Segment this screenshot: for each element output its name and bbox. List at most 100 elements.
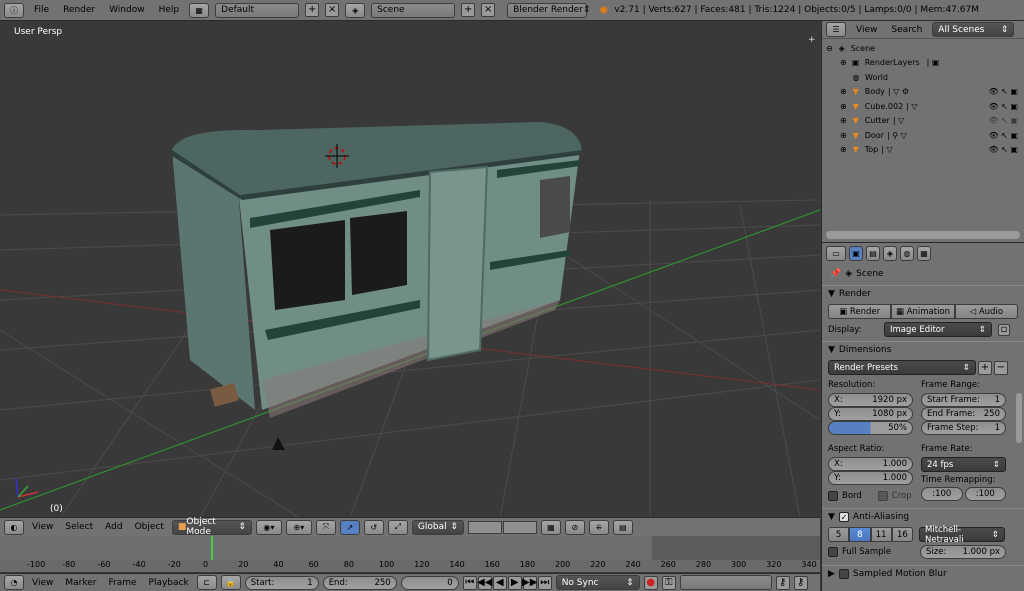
expand-icon[interactable]: ⊕ [840,145,847,154]
outliner-scrollbar[interactable] [826,231,1020,239]
lock-interface-icon[interactable]: ▫ [998,323,1010,336]
properties-scrollbar[interactable] [1016,393,1022,443]
display-dropdown[interactable]: Image Editor ⇕ [884,322,992,337]
aa-sample-5[interactable]: 5 [828,527,850,542]
pivot-icon[interactable]: ⊕▾ [285,519,312,535]
collapse-icon[interactable]: ⊖ [826,44,833,53]
scene-remove-button[interactable]: × [481,3,496,17]
current-frame-field[interactable]: 0 [400,575,459,590]
insert-keyframe-icon[interactable]: ⚷ [775,575,790,590]
start-frame-field[interactable]: Start: 1 [244,575,319,590]
menu-window[interactable]: Window [105,5,149,15]
timeline-area[interactable]: -100 -80 -60 -40 -20 0 20 40 60 80 100 120 140 160 180… [0,536,820,572]
aa-sample-11[interactable]: 11 [870,527,892,542]
render-button[interactable]: ▣ Render [828,304,892,319]
play-reverse-icon[interactable]: ◀ [492,575,507,590]
playhead[interactable] [211,536,213,560]
menu-select[interactable]: Select [61,522,97,532]
3d-view-editor-type-icon[interactable]: ◐ [4,519,24,535]
aa-sample-8[interactable]: 8 [849,527,871,542]
resolution-percentage-slider[interactable]: 50% [828,421,913,435]
render-preview-icon[interactable]: ▤ [612,519,633,535]
sampled-motion-blur-panel-header[interactable]: ▶ Sampled Motion Blur [822,565,1024,582]
dimensions-panel-header[interactable]: ▼ Dimensions [822,341,1024,358]
display-mode-dropdown[interactable]: All Scenes ⇕ [932,22,1015,37]
rotate-manipulator-icon[interactable]: ↺ [363,519,384,535]
scene-field[interactable]: Scene [371,2,456,18]
world-tab-icon[interactable]: ◍ [900,245,914,261]
frame-step-field[interactable]: Frame Step: 1 [921,421,1006,435]
manipulator-toggle-icon[interactable]: ⤧ [315,519,336,535]
keying-set-field[interactable] [679,575,772,590]
full-sample-checkbox[interactable] [828,547,838,557]
expand-icon[interactable]: ⊕ [840,102,847,111]
render-engine-dropdown[interactable]: Blender Render ⇕ [507,2,590,18]
outliner-row-top[interactable]: ⊕ ▼ Top | ▽ 👁 ↖ ▣ [822,143,1024,158]
record-icon[interactable]: ● [643,575,658,590]
timeline-menu-frame[interactable]: Frame [104,578,140,588]
layout-field[interactable]: Default [215,2,300,18]
outliner-row-renderlayers[interactable]: ⊕ ▣ RenderLayers | ▣ [822,56,1024,71]
add-preset-button[interactable]: + [978,360,992,375]
aspect-x-field[interactable]: X: 1.000 [828,457,913,471]
outliner[interactable]: ☰ View Search All Scenes ⇕ ⊖ ◈ Scene ⊕ ▣ Rend… [821,21,1024,242]
audio-button[interactable]: ◁ Audio [954,304,1018,319]
visibility-icons[interactable]: 👁 ↖ ▣ [988,87,1018,96]
preview-range-icon[interactable]: ⊏ [196,575,217,590]
motion-blur-checkbox[interactable] [838,569,849,579]
properties-editor[interactable]: ▭ ▣ ▤ ◈ ◍ ▦ 📌 ◈ Scene ▼ Render ▣ Render ▦ A… [821,242,1024,591]
filter-size-field[interactable]: Size: 1.000 px [920,545,1006,559]
expand-icon[interactable]: ⊕ [840,131,847,140]
visibility-icons[interactable]: 👁 ↖ ▣ [988,145,1018,154]
timeline-editor-type-icon[interactable]: ◔ [4,575,24,590]
end-frame-field[interactable]: End: 250 [322,575,397,590]
frame-rate-dropdown[interactable]: 24 fps ⇕ [921,457,1006,472]
pin-icon[interactable]: 📌 [830,269,841,279]
border-checkbox[interactable] [828,491,838,501]
jump-end-icon[interactable]: ⏭ [537,575,552,590]
layers-group-2[interactable] [502,520,537,534]
lock-layers-icon[interactable]: ▦ [540,519,561,535]
layer-buttons[interactable] [467,520,537,534]
outliner-row-cube002[interactable]: ⊕ ▼ Cube.002 | ▽ 👁 ↖ ▣ [822,99,1024,114]
expand-icon[interactable]: ⊕ [840,87,847,96]
mode-dropdown[interactable]: ■ Object Mode ⇕ [171,517,252,537]
remap-new-field[interactable]: :100 [964,487,1006,501]
translate-manipulator-icon[interactable]: ↗ [339,519,360,535]
delete-keyframe-icon[interactable]: ⚷ [793,575,808,590]
visibility-icons[interactable]: 👁 ↖ ▣ [988,131,1018,140]
start-frame-field[interactable]: Start Frame: 1 [921,393,1006,407]
outliner-row-body[interactable]: ⊕ ▼ Body | ▽ ⚙ 👁 ↖ ▣ [822,85,1024,100]
renderlayers-tab-icon[interactable]: ▤ [866,245,880,261]
aspect-y-field[interactable]: Y: 1.000 [828,471,913,485]
lock-icon[interactable]: 🔒 [220,575,241,590]
resolution-x-field[interactable]: X: 1920 px [828,393,913,407]
keying-set-icon[interactable]: ⚿ [661,575,676,590]
end-frame-field[interactable]: End Frame: 250 [921,407,1006,421]
scene-add-button[interactable]: + [461,3,476,17]
outliner-editor-type-icon[interactable]: ☰ [826,22,846,37]
layers-group-1[interactable] [467,520,502,534]
expand-icon[interactable]: ⊕ [840,116,847,125]
remove-preset-button[interactable]: − [994,360,1008,375]
menu-add[interactable]: Add [101,522,126,532]
crop-checkbox[interactable] [877,491,888,501]
play-icon[interactable]: ▶ [507,575,522,590]
render-tab-icon[interactable]: ▣ [849,245,863,261]
scene-selector-icon[interactable]: ◈ [345,2,366,18]
sync-dropdown[interactable]: No Sync ⇕ [555,575,640,590]
scale-manipulator-icon[interactable]: ⤢ [387,519,408,535]
expand-icon[interactable]: ⊕ [840,58,847,67]
outliner-row-cutter[interactable]: ⊕ ▼ Cutter | ▽ 👁 ↖ ▣ [822,114,1024,129]
menu-view[interactable]: View [28,522,57,532]
render-presets-dropdown[interactable]: Render Presets ⇕ [828,360,976,375]
info-editor-type-button[interactable]: ⓘ [4,2,24,18]
screen-layout-icon[interactable]: ▦ [189,2,210,18]
visibility-icons[interactable]: 👁 ↖ ▣ [988,102,1018,111]
corner-split-icon[interactable]: + [808,35,818,45]
snap-element-icon[interactable]: ⁜ [588,519,609,535]
scene-tab-icon[interactable]: ◈ [883,245,897,261]
layout-remove-button[interactable]: × [325,3,340,17]
3d-viewport[interactable]: User Persp (0) + [0,21,820,518]
menu-file[interactable]: File [30,5,53,15]
